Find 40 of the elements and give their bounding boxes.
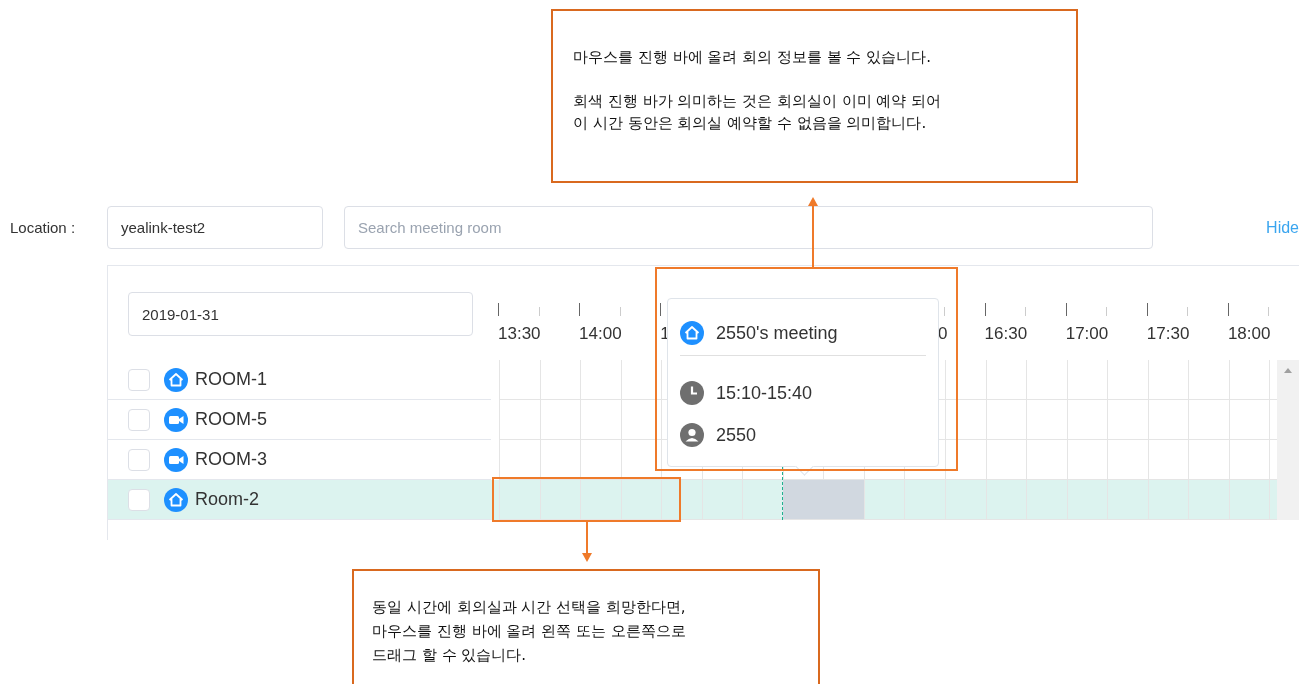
checkbox[interactable]	[128, 368, 150, 391]
room-name: ROOM-3	[195, 449, 267, 470]
time-label: 13:30	[498, 324, 541, 344]
room-name: ROOM-1	[195, 369, 267, 390]
room-name: Room-2	[195, 489, 260, 510]
meeting-time: 15:10-15:40	[716, 382, 813, 404]
annotation-text: 회색 진행 바가 의미하는 것은 회의실이 이미 예약 되어 이 시간 동안은 회의실 예약할 수 없음을 의미합니다.	[573, 90, 943, 134]
annotation-text: 마우스를 진행 바에 올려 회의 정보를 볼 수 있습니다.	[573, 47, 932, 68]
time-label: 17:30	[1146, 324, 1190, 344]
room-item[interactable]: ROOM-1	[108, 360, 491, 400]
meeting-title: 2550's meeting	[716, 322, 838, 344]
time-label: 14:00	[579, 324, 622, 344]
checkbox[interactable]	[128, 408, 150, 431]
location-field[interactable]: yealink-test2	[107, 206, 323, 249]
time-label: 18:00	[1227, 324, 1271, 344]
annotation-text: 동일 시간에 회의실과 시간 선택을 희망한다면, 마우스를 진행 바에 올려 왼쪽 또는 오른쪽으로 드래그 할 수 있습니다.	[372, 597, 687, 666]
meeting-organizer: 2550	[716, 424, 757, 446]
date-field[interactable]: 2019-01-31	[128, 292, 473, 336]
checkbox[interactable]	[128, 488, 150, 511]
home-icon	[164, 367, 188, 392]
scrollbar[interactable]	[1277, 360, 1299, 520]
search-field[interactable]: Search meeting room	[344, 206, 1153, 249]
clock-icon	[680, 381, 704, 405]
arrow	[581, 521, 593, 562]
time-marker-line	[781, 467, 783, 520]
up-arrow-icon[interactable]	[1283, 366, 1293, 374]
time-label: 17:00	[1065, 324, 1109, 344]
user-icon	[680, 423, 704, 447]
room-item[interactable]: ROOM-5	[108, 400, 491, 440]
video-camera-icon	[164, 447, 188, 472]
video-camera-icon	[164, 407, 188, 432]
checkbox[interactable]	[128, 448, 150, 471]
room-name: ROOM-5	[195, 409, 267, 430]
home-icon	[680, 321, 704, 345]
location-label: Location :	[10, 219, 77, 236]
time-label: 16:30	[984, 324, 1028, 344]
time-label: 0	[938, 324, 948, 344]
home-icon	[164, 487, 188, 512]
arrow	[807, 197, 819, 267]
booked-bar[interactable]	[782, 480, 864, 519]
